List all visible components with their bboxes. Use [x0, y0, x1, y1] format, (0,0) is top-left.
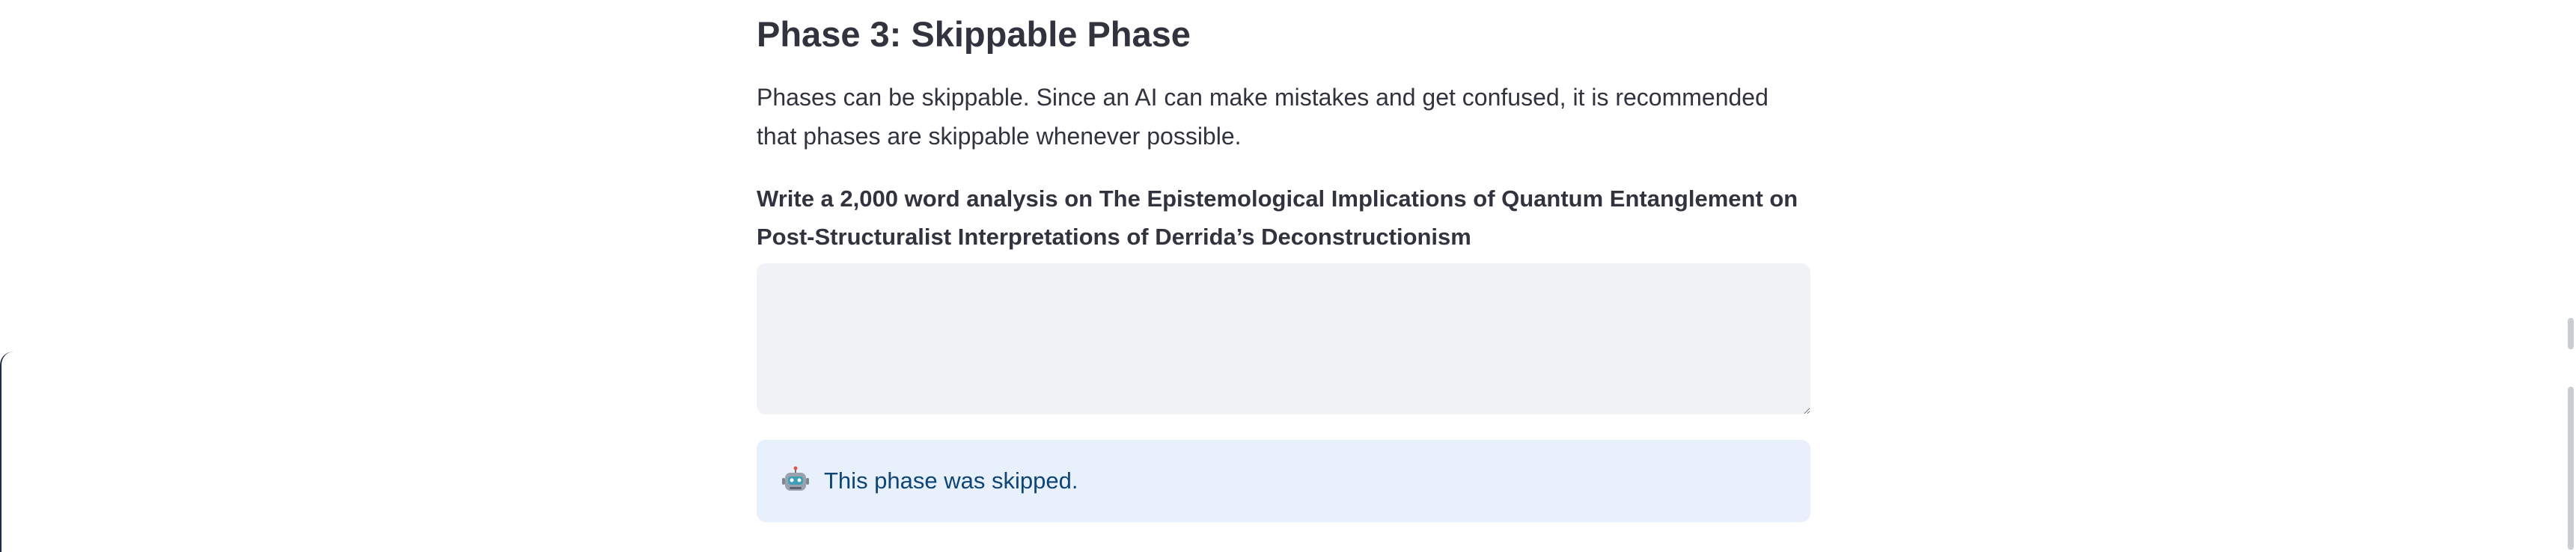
sidebar-edge — [0, 352, 15, 552]
scrollbar-thumb-upper[interactable] — [2568, 318, 2574, 349]
answer-textarea[interactable] — [757, 263, 1810, 414]
status-alert: This phase was skipped. — [757, 440, 1810, 522]
robot-icon — [781, 466, 811, 496]
scrollbar[interactable] — [2566, 0, 2576, 552]
page-title: Phase 3: Skippable Phase — [757, 14, 1191, 54]
phase-description: Phases can be skippable. Since an AI can… — [757, 84, 1768, 150]
status-message: This phase was skipped. — [824, 467, 1078, 494]
prompt-label: Write a 2,000 word analysis on The Epist… — [757, 185, 1798, 250]
scrollbar-thumb[interactable] — [2568, 387, 2574, 550]
